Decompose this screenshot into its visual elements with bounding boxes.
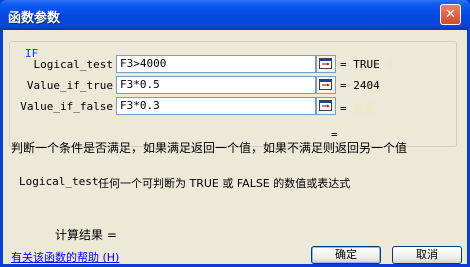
cancel-button[interactable]: 取消 [392, 246, 462, 264]
range-collapse-icon [319, 79, 332, 90]
ok-button[interactable]: 确定 [311, 246, 381, 264]
value-if-false-label: Value_if_false [20, 100, 113, 113]
range-collapse-icon [319, 100, 332, 111]
close-button[interactable]: ✕ [440, 4, 461, 25]
value-if-false-result-value: = [340, 102, 354, 115]
arguments-group: IF Logical_test F3>4000 = TRUE I Value_i… [9, 41, 457, 147]
value-if-true-result: = 2404 [340, 79, 380, 92]
argument-description-name: Logical_test [19, 175, 99, 188]
title-bar[interactable]: 函数参数 ✕ [0, 0, 470, 30]
logical-test-input[interactable]: F3>4000 [116, 55, 316, 73]
value-if-false-input[interactable]: F3*0.3 [116, 97, 316, 115]
value-if-true-collapse-button[interactable] [316, 76, 336, 94]
logical-test-result: = TRUE I [340, 58, 393, 71]
logical-test-label: Logical_test [33, 58, 113, 71]
value-if-false-collapse-button[interactable] [316, 97, 336, 115]
value-if-true-label: Value_if_true [26, 79, 113, 92]
help-link[interactable]: 有关该函数的帮助 (H) [11, 249, 119, 265]
value-if-false-result: = 任意 [340, 100, 375, 116]
function-arguments-dialog: 函数参数 ✕ IF Logical_test F3>4000 = TRUE I … [0, 0, 470, 267]
range-collapse-icon [319, 58, 332, 69]
logical-test-collapse-button[interactable] [316, 55, 336, 73]
function-description: 判断一个条件是否满足，如果满足返回一个值，如果不满足则返回另一个值 [11, 141, 408, 155]
logical-test-result-tail: I [386, 58, 393, 71]
value-if-true-input[interactable]: F3*0.5 [116, 76, 316, 94]
value-if-false-result-tail: 任意 [353, 102, 376, 115]
argument-description-text: 任何一个可判断为 TRUE 或 FALSE 的数值或表达式 [98, 177, 351, 190]
close-icon: ✕ [445, 7, 456, 22]
calculation-result-label: 计算结果 = [55, 228, 117, 242]
dialog-body: IF Logical_test F3>4000 = TRUE I Value_i… [3, 30, 467, 264]
dialog-title: 函数参数 [8, 11, 61, 26]
logical-test-result-value: = TRUE [340, 58, 380, 71]
